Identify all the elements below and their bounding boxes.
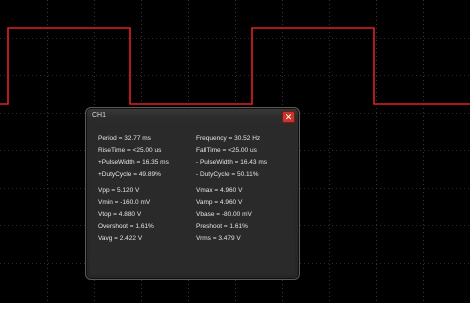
measure-pos-pulse-width: +PulseWidth = 16.35 ms	[98, 159, 169, 166]
measure-frequency: Frequency = 30.52 Hz	[196, 135, 261, 142]
close-button[interactable]: ✕	[282, 111, 295, 123]
measure-vrms: Vrms = 3.479 V	[196, 235, 241, 242]
measure-vmin: Vmin = -160.0 mV	[98, 199, 151, 206]
measure-vmax: Vmax = 4.960 V	[196, 187, 243, 194]
measurement-list: Period = 32.77 ms Frequency = 30.52 Hz R…	[90, 124, 295, 275]
measure-vavg: Vavg = 2.422 V	[98, 235, 143, 242]
measure-fall-time: FallTime = <25.00 us	[196, 147, 257, 154]
measure-neg-duty-cycle: - DutyCycle = 50.11%	[196, 171, 259, 178]
close-icon: ✕	[284, 112, 293, 122]
measure-pos-duty-cycle: +DutyCycle = 49.89%	[98, 171, 161, 178]
measure-vpp: Vpp = 5.120 V	[98, 187, 140, 194]
measure-overshoot: Overshoot = 1.61%	[98, 223, 154, 230]
ch1-waveform-trace	[0, 27, 470, 105]
measure-vtop: Vtop = 4.880 V	[98, 211, 142, 218]
measure-neg-pulse-width: - PulseWidth = 16.43 ms	[196, 159, 267, 166]
measure-period: Period = 32.77 ms	[98, 135, 151, 142]
oscilloscope-display: CH1 ✕ Period = 32.77 ms Frequency = 30.5…	[0, 0, 470, 303]
measure-rise-time: RiseTime = <25.00 us	[98, 147, 162, 154]
measure-vbase: Vbase = -80.00 mV	[196, 211, 252, 218]
measure-preshoot: Preshoot = 1.61%	[196, 223, 248, 230]
measurement-dialog[interactable]: CH1 ✕ Period = 32.77 ms Frequency = 30.5…	[85, 107, 300, 280]
measure-vamp: Vamp = 4.960 V	[196, 199, 243, 206]
dialog-title: CH1	[92, 112, 107, 119]
